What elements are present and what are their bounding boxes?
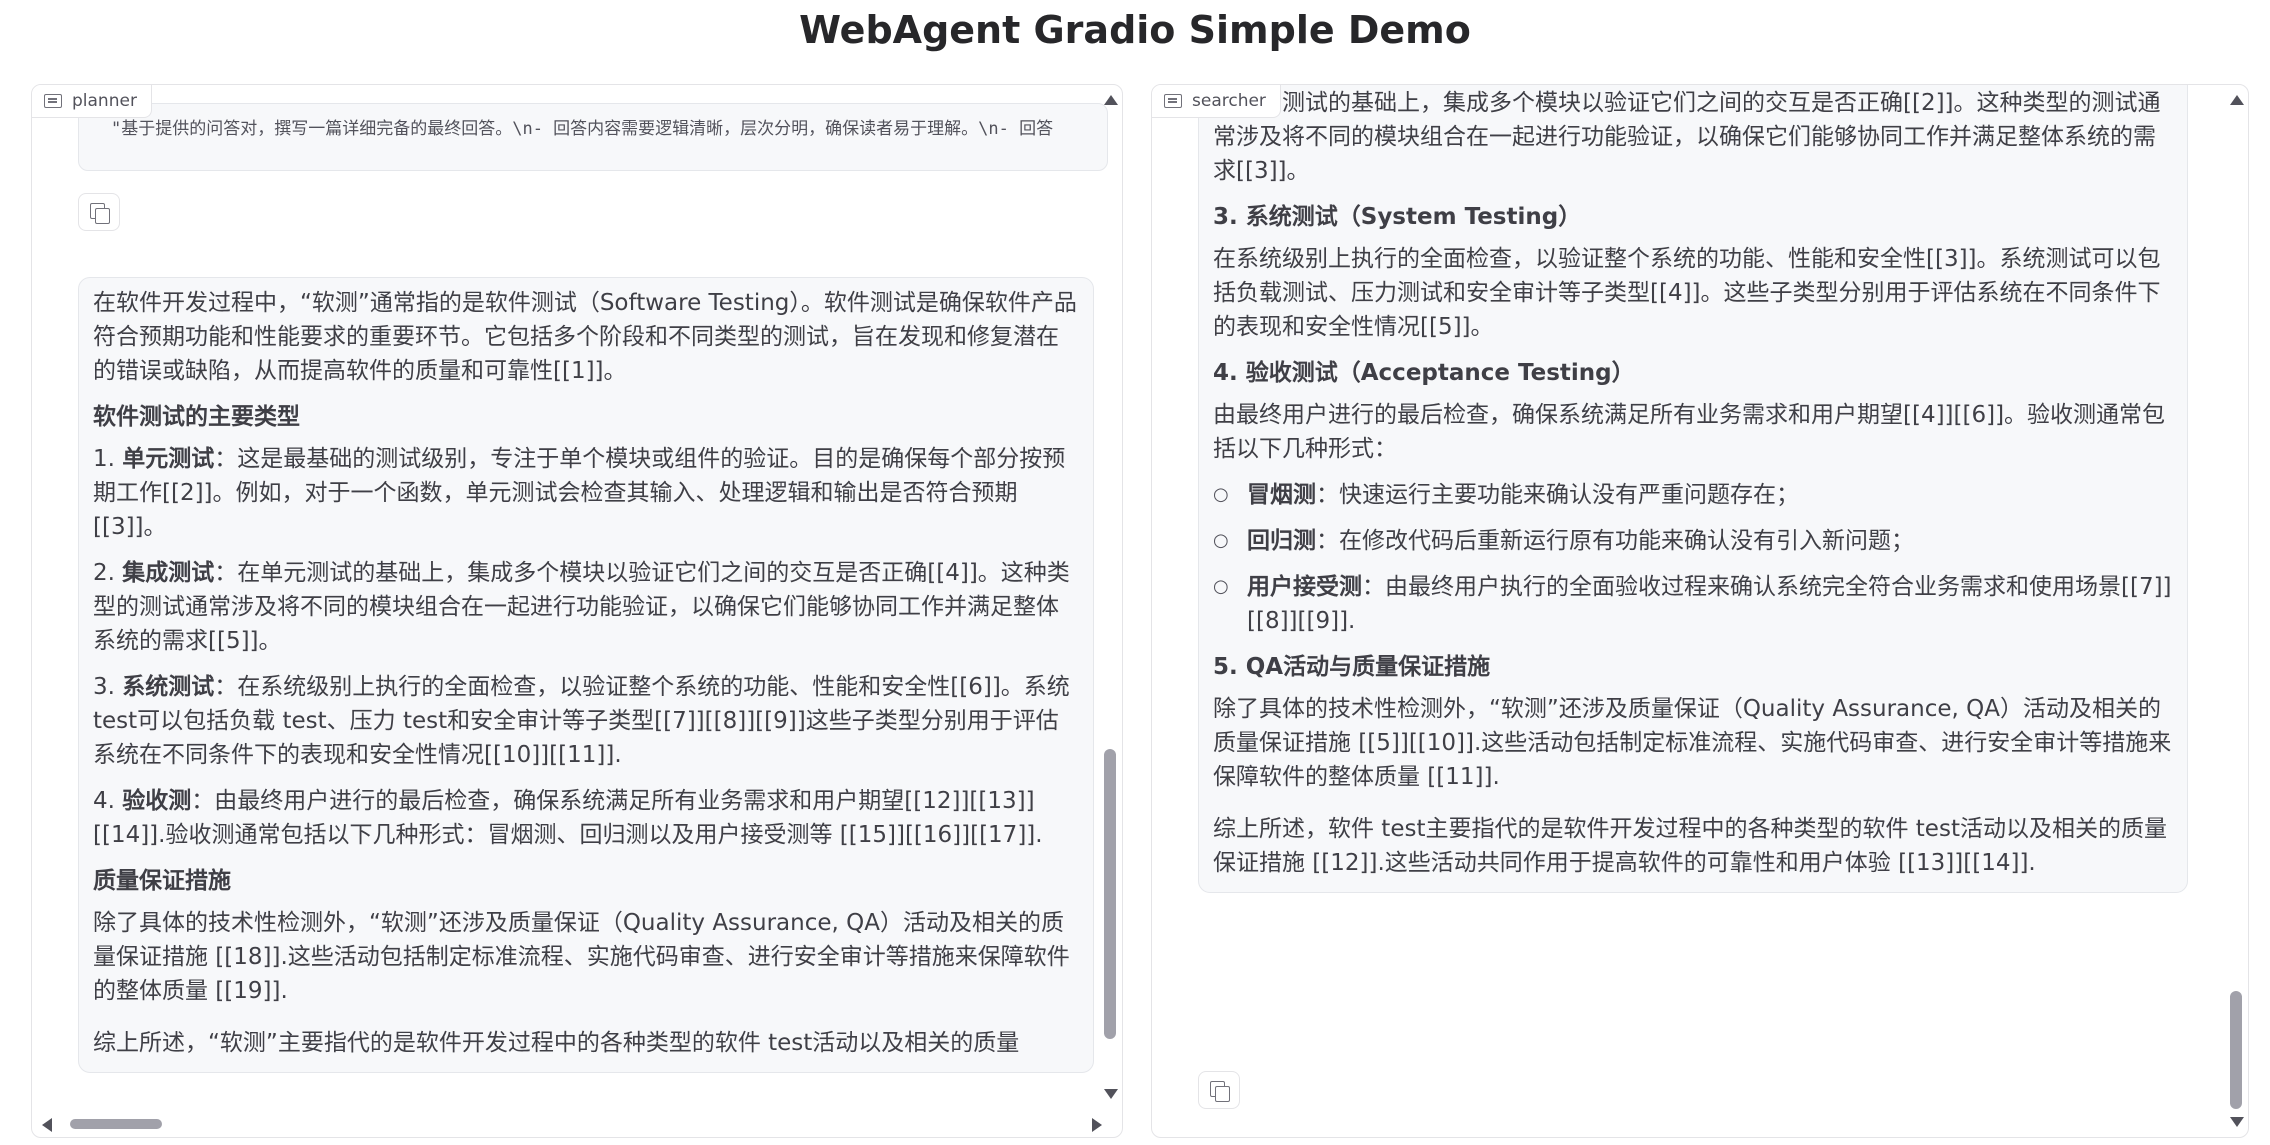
planner-horizontal-scrollbar[interactable] (40, 1115, 1104, 1133)
planner-label-text: planner (72, 91, 137, 111)
planner-summary: 综上所述，“软测”主要指代的是软件开发过程中的各种类型的软件 test活动以及相… (93, 1030, 1020, 1056)
planner-item-1: 1. 单元测试：这是最基础的测试级别，专注于单个模块或组件的验证。目的是确保每个… (93, 446, 1066, 540)
searcher-vertical-scrollbar[interactable] (2228, 93, 2244, 1129)
list-item: 回归测：在修改代码后重新运行原有功能来确认没有引入新问题； (1213, 524, 2173, 558)
chat-icon (44, 94, 62, 108)
scroll-up-arrow-icon[interactable] (2230, 95, 2244, 105)
scroll-down-arrow-icon[interactable] (2230, 1117, 2244, 1127)
searcher-heading-4: 4. 验收测试（Acceptance Testing） (1213, 360, 1635, 386)
searcher-chatbot-panel[interactable]: searcher 在单元测试的基础上，集成多个模块以验证它们之间的交互是否正确[… (1151, 84, 2249, 1138)
copy-icon (1210, 1081, 1230, 1102)
page-title: WebAgent Gradio Simple Demo (799, 8, 1471, 52)
planner-scroll-area[interactable]: "基于提供的问答对，撰写一篇详细完备的最终回答。\n- 回答内容需要逻辑清晰，层… (32, 85, 1112, 1103)
scroll-right-arrow-icon[interactable] (1092, 1118, 1102, 1132)
searcher-label-text: searcher (1192, 91, 1266, 111)
searcher-para-4: 由最终用户进行的最后检查，确保系统满足所有业务需求和用户期望[[4]][[6]]… (1213, 402, 2166, 462)
planner-answer-message: 在软件开发过程中，“软测”通常指的是软件测试（Software Testing）… (78, 277, 1094, 1073)
list-item: 冒烟测：快速运行主要功能来确认没有严重问题存在； (1213, 478, 2173, 512)
planner-label: planner (32, 85, 152, 118)
searcher-heading-5: 5. QA活动与质量保证措施 (1213, 654, 1491, 680)
searcher-para-3: 在系统级别上执行的全面检查，以验证整个系统的功能、性能和安全性[[3]]。系统测… (1213, 246, 2161, 340)
searcher-heading-3: 3. 系统测试（System Testing） (1213, 204, 1582, 230)
planner-item-3: 3. 系统测试：在系统级别上执行的全面检查，以验证整个系统的功能、性能和安全性[… (93, 674, 1070, 768)
planner-item-2: 2. 集成测试：在单元测试的基础上，集成多个模块以验证它们之间的交互是否正确[[… (93, 560, 1070, 654)
searcher-answer-message: 在单元测试的基础上，集成多个模块以验证它们之间的交互是否正确[[2]]。这种类型… (1198, 85, 2188, 893)
searcher-para-6: 综上所述，软件 test主要指代的是软件开发过程中的各种类型的软件 test活动… (1213, 816, 2167, 876)
planner-vertical-scrollbar[interactable] (1102, 93, 1118, 1101)
list-item: 用户接受测：由最终用户执行的全面验收过程来确认系统完全符合业务需求和使用场景[[… (1213, 570, 2173, 638)
planner-code-message: "基于提供的问答对，撰写一篇详细完备的最终回答。\n- 回答内容需要逻辑清晰，层… (78, 103, 1108, 171)
planner-heading-qa: 质量保证措施 (93, 868, 231, 894)
planner-heading-types: 软件测试的主要类型 (93, 404, 300, 430)
planner-chatbot-panel[interactable]: planner "基于提供的问答对，撰写一篇详细完备的最终回答。\n- 回答内容… (31, 84, 1123, 1138)
planner-hscroll-thumb[interactable] (70, 1119, 162, 1129)
chat-icon (1164, 94, 1182, 108)
planner-code-text: "基于提供的问答对，撰写一篇详细完备的最终回答。\n- 回答内容需要逻辑清晰，层… (111, 119, 1054, 139)
searcher-copy-button[interactable] (1198, 1071, 1240, 1109)
searcher-para-5: 除了具体的技术性检测外，“软测”还涉及质量保证（Quality Assuranc… (1213, 696, 2172, 790)
copy-icon (90, 203, 110, 224)
searcher-scroll-area[interactable]: 在单元测试的基础上，集成多个模块以验证它们之间的交互是否正确[[2]]。这种类型… (1152, 85, 2232, 1137)
searcher-top-text: 在单元测试的基础上，集成多个模块以验证它们之间的交互是否正确[[2]]。这种类型… (1213, 90, 2161, 184)
searcher-label: searcher (1152, 85, 1281, 118)
scroll-down-arrow-icon[interactable] (1104, 1089, 1118, 1099)
planner-qa-text: 除了具体的技术性检测外，“软测”还涉及质量保证（Quality Assuranc… (93, 910, 1070, 1004)
scroll-left-arrow-icon[interactable] (42, 1118, 52, 1132)
planner-scroll-thumb[interactable] (1104, 749, 1116, 1039)
planner-copy-button[interactable] (78, 193, 120, 231)
planner-item-4: 4. 验收测：由最终用户进行的最后检查，确保系统满足所有业务需求和用户期望[[1… (93, 788, 1043, 848)
searcher-bullet-list: 冒烟测：快速运行主要功能来确认没有严重问题存在； 回归测：在修改代码后重新运行原… (1213, 478, 2173, 638)
searcher-scroll-thumb[interactable] (2230, 991, 2242, 1109)
planner-intro: 在软件开发过程中，“软测”通常指的是软件测试（Software Testing）… (93, 290, 1077, 384)
scroll-up-arrow-icon[interactable] (1104, 95, 1118, 105)
